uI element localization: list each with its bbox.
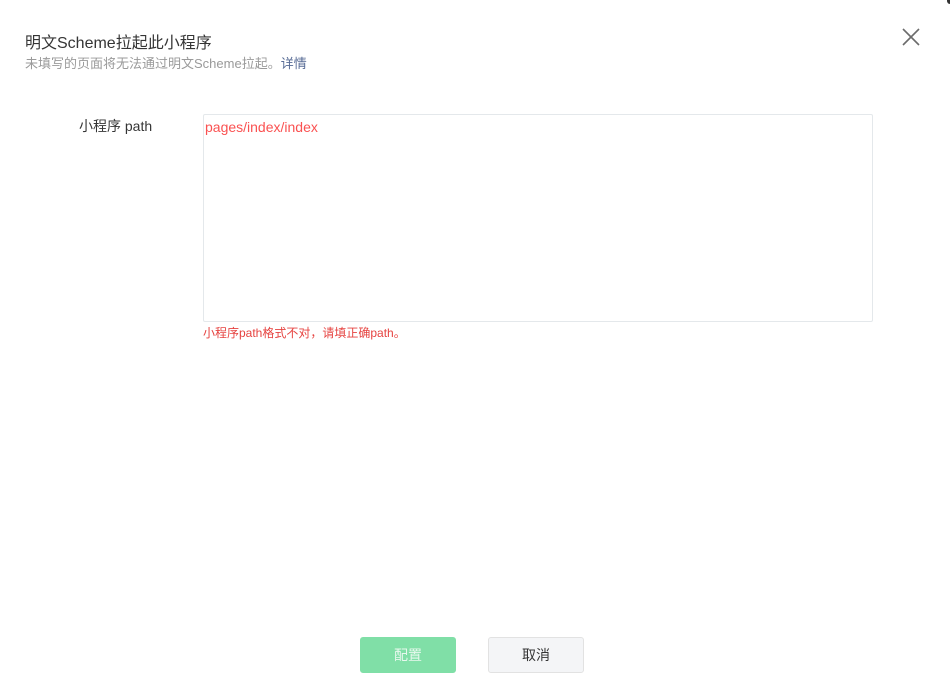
confirm-button[interactable]: 配置 [360, 637, 456, 673]
close-icon [902, 28, 920, 46]
close-button[interactable] [899, 25, 923, 49]
cancel-button[interactable]: 取消 [488, 637, 584, 673]
dialog-title: 明文Scheme拉起此小程序 [25, 35, 212, 52]
path-label: 小程序 path [79, 118, 153, 134]
subtitle-text: 未填写的页面将无法通过明文Scheme拉起。 [25, 56, 281, 71]
path-error-message: 小程序path格式不对，请填正确path。 [203, 326, 406, 340]
detail-link[interactable]: 详情 [281, 56, 307, 71]
scheme-config-dialog: 明文Scheme拉起此小程序 未填写的页面将无法通过明文Scheme拉起。详情 … [0, 0, 950, 694]
path-textarea[interactable]: pages/index/index [203, 114, 873, 322]
dialog-subtitle: 未填写的页面将无法通过明文Scheme拉起。详情 [25, 56, 307, 72]
